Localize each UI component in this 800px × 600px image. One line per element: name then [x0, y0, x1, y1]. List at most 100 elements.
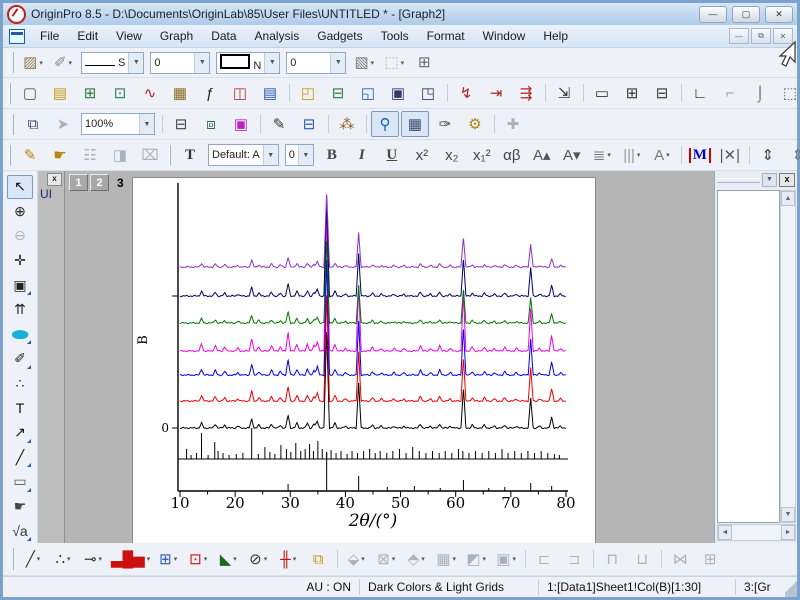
superscript-button[interactable]: x²▾ [408, 142, 436, 168]
italic-button[interactable]: I▾ [348, 142, 376, 168]
line-tool[interactable]: ╱ [7, 446, 33, 470]
strip-close-icon[interactable]: x [47, 173, 62, 186]
menu-analysis[interactable]: Analysis [246, 27, 309, 45]
print-button[interactable]: ⊟▾ [162, 111, 195, 137]
data-reader-tool[interactable]: ∴ [7, 372, 33, 396]
zoom-dropdown-icon[interactable]: ▼ [139, 114, 154, 134]
align-right-button[interactable]: ⊐▾ [560, 546, 588, 572]
vertical-scrollbar[interactable]: ▲ ▼ [780, 190, 796, 523]
arrow-tool[interactable]: ↗ [7, 421, 33, 445]
save-template-button[interactable]: ◳▾ [414, 80, 442, 106]
scroll-left-icon[interactable]: ◄ [718, 525, 732, 540]
new-project-button[interactable]: ▢▾ [16, 80, 44, 106]
toolbar-grip[interactable] [9, 82, 11, 104]
panel-grip[interactable] [717, 177, 760, 183]
import-ascii-button[interactable]: ⇥▾ [482, 80, 510, 106]
layer-button-1[interactable]: 1 [69, 174, 88, 191]
menu-edit[interactable]: Edit [68, 27, 107, 45]
toolbar-grip[interactable] [9, 144, 11, 166]
plot-3d-scatter-button[interactable]: ⬙ ▾ [337, 546, 370, 572]
image-plot-button[interactable]: ▣ ▾ [492, 546, 520, 572]
border-style-dropdown-icon[interactable]: ▼ [264, 52, 280, 73]
merge-cells-button[interactable]: ⊞▾ [410, 50, 438, 76]
axis-bottom-left-button[interactable]: ∟▾ [681, 80, 714, 106]
pan-tool[interactable]: ☛ [7, 495, 33, 519]
font-size-dropdown-icon[interactable]: ▼ [297, 145, 313, 165]
pointer-tool[interactable]: ↖ [7, 175, 33, 199]
toolbar-grip[interactable] [9, 113, 14, 135]
new-folder-button[interactable]: ▤▾ [46, 80, 74, 106]
maximize-button[interactable]: ▢ [732, 5, 760, 23]
multi-panel-plot-button[interactable]: ⊞ ▾ [154, 546, 182, 572]
new-layout-button[interactable]: ◫▾ [226, 80, 254, 106]
menu-graph[interactable]: Graph [151, 27, 202, 45]
draw-data-tool[interactable]: ✐ [7, 347, 33, 371]
regional-zoom-tool[interactable]: ▣ [7, 273, 33, 297]
line-width-combo[interactable]: 0 ▼ [150, 51, 211, 74]
layout-six-panel-button[interactable]: ⊟▾ [648, 80, 676, 106]
menu-view[interactable]: View [107, 27, 151, 45]
equation-tool[interactable]: √a [7, 519, 33, 543]
area-plot-button[interactable]: ◣ ▾ [214, 546, 242, 572]
duplicate-depth-button[interactable]: ⧉▾ [19, 111, 47, 137]
align-left-button[interactable]: ⊏▾ [525, 546, 558, 572]
scroll-up-icon[interactable]: ▲ [781, 191, 795, 206]
line-width-dropdown-icon[interactable]: ▼ [194, 52, 210, 73]
screen-reader-tool[interactable]: ✛ [7, 249, 33, 273]
zoom-combo[interactable]: 100% ▼ [81, 113, 155, 135]
bold-button[interactable]: B▾ [318, 142, 346, 168]
horizontal-scrollbar[interactable]: ◄ ► [717, 524, 796, 541]
subsuperscript-button[interactable]: x₁²▾ [468, 142, 496, 168]
import-wizard-button[interactable]: ↯▾ [447, 80, 480, 106]
edit-graph-button[interactable]: ✎▾ [260, 111, 293, 137]
zoom-in-tool[interactable]: ⊕ [7, 200, 33, 224]
line-style-dropdown-icon[interactable]: ▼ [128, 52, 144, 73]
scatter-plot-button[interactable]: ∴ ▾ [49, 546, 77, 572]
data-selector-tool[interactable]: ⇈ [7, 298, 33, 322]
layer-button-2[interactable]: 2 [90, 174, 109, 191]
view-datasheet-button[interactable]: ▦▾ [401, 111, 429, 137]
no-balloon-button[interactable]: ⌧▾ [136, 142, 164, 168]
new-function-button[interactable]: ƒ▾ [196, 80, 224, 106]
menu-window[interactable]: Window [474, 27, 535, 45]
code-builder-button[interactable]: ⚙▾ [461, 111, 489, 137]
toolbar-grip[interactable] [9, 52, 14, 73]
line-plot-button[interactable]: ╱ ▾ [19, 546, 47, 572]
menu-tools[interactable]: Tools [372, 27, 418, 45]
graph-page[interactable]: 10 20 30 40 50 60 70 80 0 2θ/(°) B [132, 177, 596, 543]
box-chart-button[interactable]: ⊡ ▾ [184, 546, 212, 572]
new-notes-button[interactable]: ▤▾ [256, 80, 284, 106]
font-dropdown-icon[interactable]: ▼ [262, 145, 278, 165]
toolbar-grip[interactable] [169, 144, 171, 166]
vertical-shift-button[interactable]: ⇕▾ [784, 142, 800, 168]
polar-plot-button[interactable]: ⊘ ▾ [244, 546, 272, 572]
object-list[interactable] [717, 190, 780, 523]
vertical-move-button[interactable]: ⇕▾ [748, 142, 782, 168]
panel-close-icon[interactable]: x [779, 173, 795, 187]
font-combo[interactable]: Default: A ▼ [208, 144, 279, 166]
new-workbook-button[interactable]: ⊞▾ [76, 80, 104, 106]
line-style-combo[interactable]: S ▼ [81, 51, 145, 74]
underline-button[interactable]: U▾ [378, 142, 406, 168]
axis-box-button[interactable]: ⬚▾ [776, 80, 800, 106]
resize-grip[interactable] [785, 577, 797, 597]
axis-right-button[interactable]: ⌡▾ [746, 80, 774, 106]
active-layer-label[interactable]: 3 [117, 176, 124, 190]
open-button[interactable]: ◰▾ [289, 80, 322, 106]
menu-gadgets[interactable]: Gadgets [308, 27, 371, 45]
open-excel-button[interactable]: ⊟▾ [324, 80, 352, 106]
layout-four-panel-button[interactable]: ⊞▾ [618, 80, 646, 106]
subscript-button[interactable]: x₂▾ [438, 142, 466, 168]
pointer-stamp-button[interactable]: ☛▾ [46, 142, 74, 168]
child-close-button[interactable]: ✕ [773, 28, 793, 44]
pattern-button[interactable]: ▧ ▾ [350, 50, 378, 76]
print-preview-button[interactable]: ⧈▾ [197, 111, 225, 137]
toolbar-grip[interactable] [9, 547, 14, 571]
plot-3d-wireframe-button[interactable]: ▦ ▾ [432, 546, 460, 572]
greek-button[interactable]: αβ▾ [498, 142, 526, 168]
spacing-button[interactable]: ||| ▾ [618, 142, 646, 168]
add-column-button[interactable]: ✚▾ [494, 111, 527, 137]
font-decrease-button[interactable]: A▾▾ [558, 142, 586, 168]
minimize-button[interactable]: — [699, 5, 727, 23]
layout-single-button[interactable]: ▭▾ [583, 80, 616, 106]
